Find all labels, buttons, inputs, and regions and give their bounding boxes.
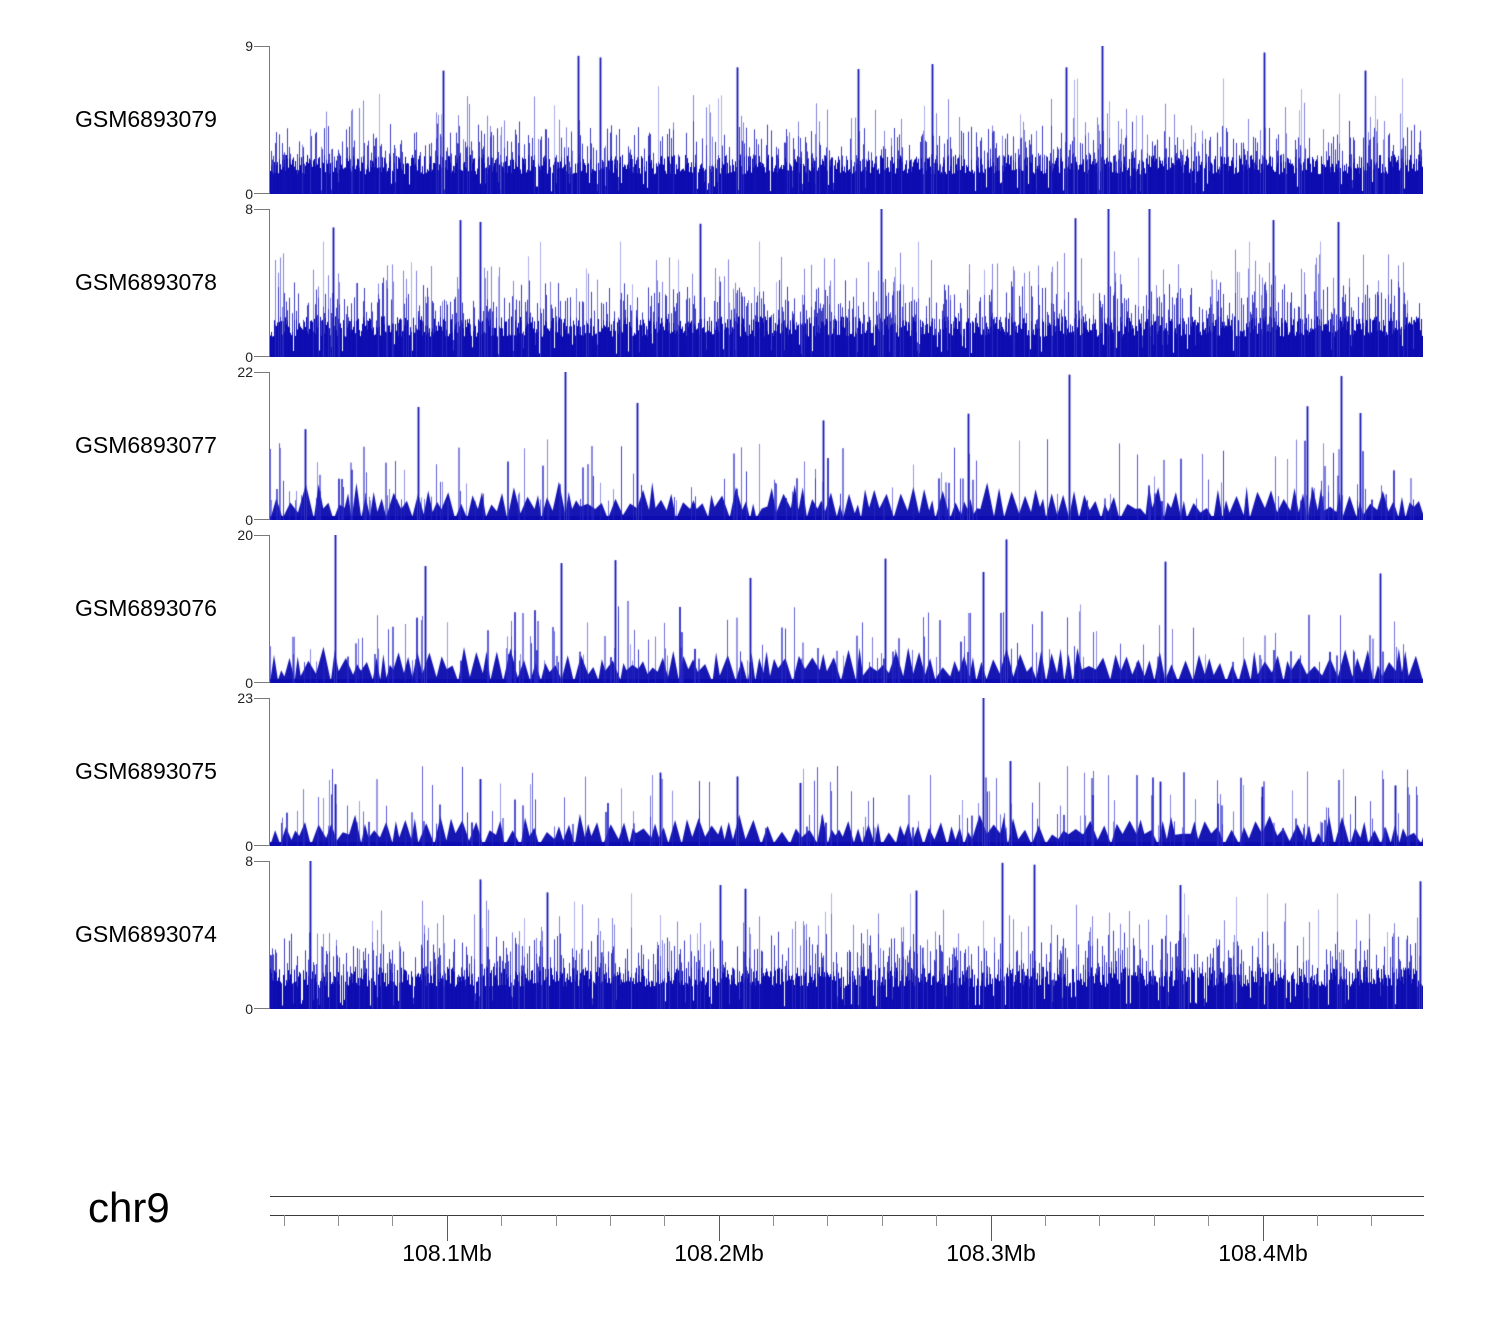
axis-tick-minor [827,1215,828,1226]
y-axis-zero-label: 0 [245,1001,253,1017]
y-axis-tick [254,372,270,373]
ruler-line [270,1215,1424,1216]
axis-tick-minor [936,1215,937,1226]
track-label: GSM6893079 [75,106,217,132]
track-row: GSM6893079 9 0 [0,39,1500,201]
axis-tick-minor [338,1215,339,1226]
axis-tick-major [991,1215,992,1241]
y-axis-tick [254,1008,270,1009]
y-axis-tick [254,535,270,536]
axis-tick-minor [1317,1215,1318,1226]
chromosome-label: chr9 [88,1184,170,1231]
axis-tick-minor [1371,1215,1372,1226]
coverage-signal-canvas [270,698,1423,846]
track-row: GSM6893077 22 0 [0,365,1500,527]
axis-tick-minor [1154,1215,1155,1226]
y-axis-tick [254,356,270,357]
y-axis-zero-label: 0 [245,512,253,528]
track-label: GSM6893076 [75,595,217,621]
track-label: GSM6893077 [75,432,217,458]
axis-tick-minor [1045,1215,1046,1226]
y-axis-max-label: 8 [245,201,253,217]
axis-tick-major [719,1215,720,1241]
y-axis-tick [254,682,270,683]
axis-tick-minor [773,1215,774,1226]
axis-tick-minor [610,1215,611,1226]
axis-tick-minor [284,1215,285,1226]
coverage-signal-canvas [270,372,1423,520]
axis-tick-minor [1099,1215,1100,1226]
y-axis-tick [254,209,270,210]
y-axis-max-label: 8 [245,853,253,869]
track-label: GSM6893075 [75,758,217,784]
axis-tick-major [1263,1215,1264,1241]
y-axis-max-label: 9 [245,38,253,54]
track-label: GSM6893078 [75,269,217,295]
axis-tick-label: 108.1Mb [402,1240,492,1266]
y-axis-max-label: 20 [237,527,253,543]
axis-tick-minor [882,1215,883,1226]
y-axis-tick [254,193,270,194]
axis-tick-minor [392,1215,393,1226]
track-row: GSM6893075 23 0 [0,691,1500,853]
axis-tick-label: 108.3Mb [946,1240,1036,1266]
axis-tick-minor [1208,1215,1209,1226]
axis-tick-label: 108.4Mb [1218,1240,1308,1266]
axis-tick-minor [501,1215,502,1226]
coverage-signal-canvas [270,46,1423,194]
y-axis-max-label: 22 [237,364,253,380]
y-axis-max-label: 23 [237,690,253,706]
track-row: GSM6893074 8 0 [0,854,1500,1016]
genome-browser-figure: GSM6893079 9 0 GSM6893078 8 0 GSM6893077 22 0 GSM… [0,0,1500,1320]
axis-tick-minor [664,1215,665,1226]
coverage-signal-canvas [270,861,1423,1009]
y-axis-tick [254,698,270,699]
y-axis-zero-label: 0 [245,349,253,365]
y-axis-zero-label: 0 [245,675,253,691]
coverage-signal-canvas [270,209,1423,357]
y-axis-tick [254,845,270,846]
y-axis-tick [254,46,270,47]
y-axis-tick [254,519,270,520]
y-axis-zero-label: 0 [245,838,253,854]
track-row: GSM6893076 20 0 [0,528,1500,690]
axis-tick-label: 108.2Mb [674,1240,764,1266]
coverage-signal-canvas [270,535,1423,683]
track-label: GSM6893074 [75,921,217,947]
axis-tick-minor [556,1215,557,1226]
y-axis-tick [254,861,270,862]
axis-tick-major [447,1215,448,1241]
track-row: GSM6893078 8 0 [0,202,1500,364]
y-axis-zero-label: 0 [245,186,253,202]
chromosome-line [270,1196,1424,1197]
